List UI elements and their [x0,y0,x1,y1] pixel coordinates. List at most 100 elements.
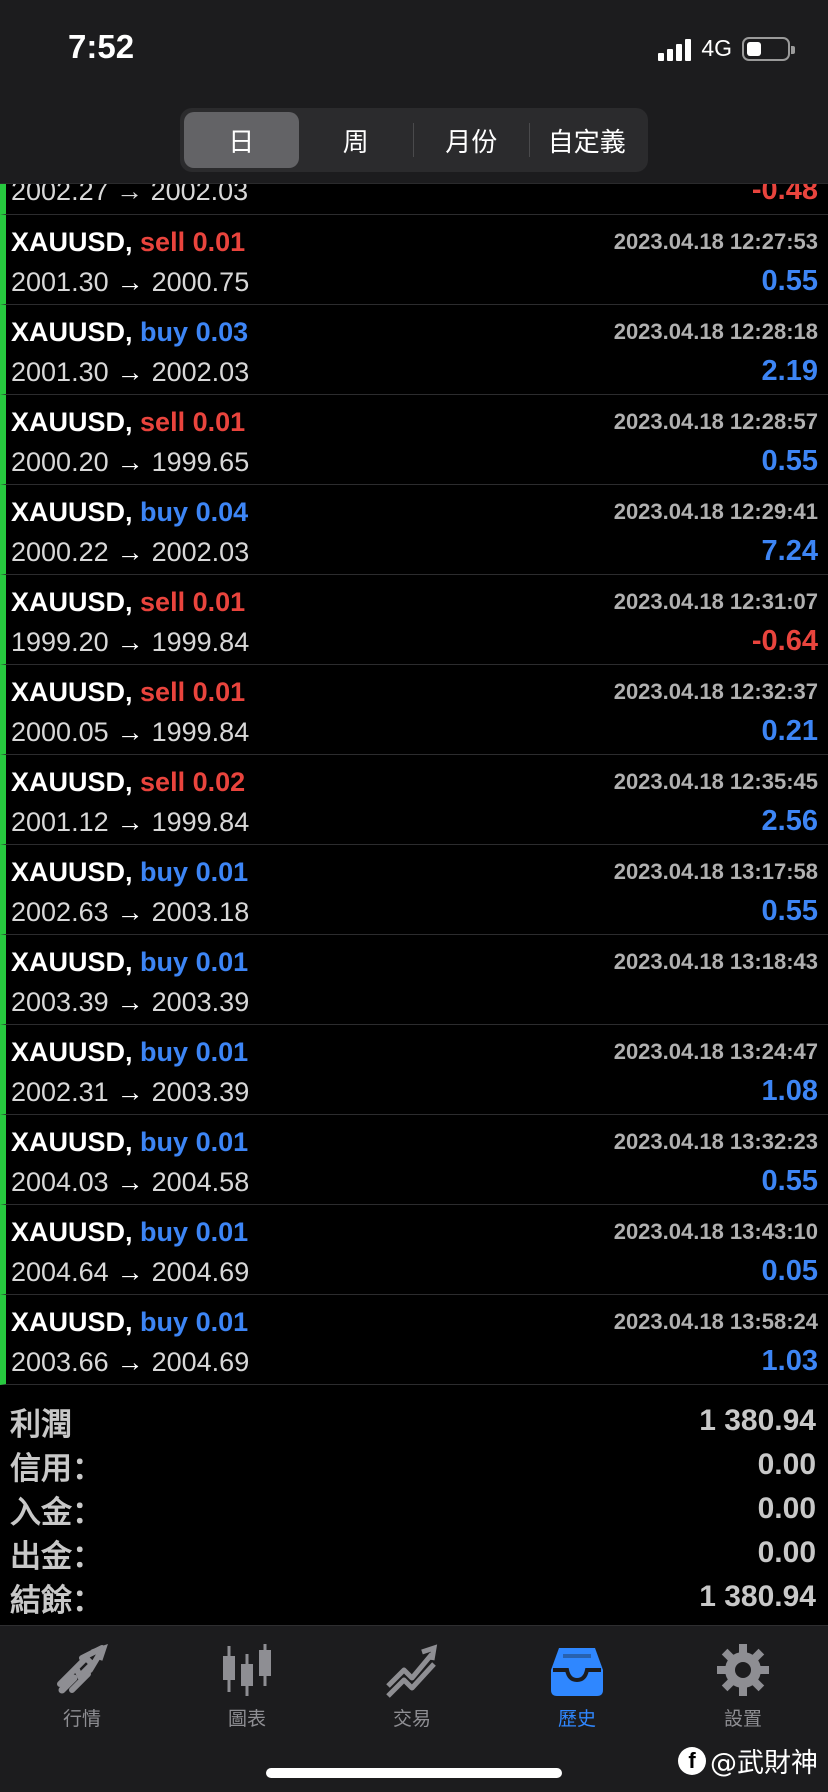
trade-row[interactable]: XAUUSD, buy 0.04 2000.22 → 2002.03 2023.04.1… [0,485,828,575]
trade-volume: 0.01 [195,1307,249,1337]
trade-time: 2023.04.18 12:28:57 [613,409,818,434]
open-price: 2000.22 [11,537,109,567]
trade-symbol-line: XAUUSD, buy 0.04 [11,497,248,528]
trade-volume: 0.01 [195,947,249,977]
trade-time: 2023.04.18 13:43:10 [613,1219,818,1244]
arrow-right-icon: → [116,1347,144,1377]
separator: , [125,227,141,257]
trade-row[interactable]: XAUUSD, buy 0.01 2004.64 → 2004.69 2023.04.1… [0,1205,828,1295]
trade-profit: 1.03 [761,1345,818,1377]
close-price: 1999.84 [151,717,250,747]
trade-symbol: XAUUSD [11,587,126,617]
separator: , [125,317,141,347]
trade-time: 2023.04.18 13:18:43 [613,949,818,974]
tab-trade[interactable]: 交易 [352,1640,472,1731]
separator: , [125,497,141,527]
bottom-tab-bar: 行情 圖表 交易 歷史 設置 f @武財神 [0,1625,828,1792]
tab-label: 設置 [723,1708,762,1730]
trade-type: buy [140,1127,189,1157]
trade-symbol-line: XAUUSD, buy 0.01 [11,1307,248,1338]
close-price: 2004.69 [151,1347,250,1377]
close-price: 2003.39 [151,1077,250,1107]
tab-chart[interactable]: 圖表 [187,1640,307,1731]
open-price: 2003.39 [11,987,109,1017]
trade-symbol-line: XAUUSD, sell 0.01 [11,677,245,708]
tab-day[interactable]: 日 [184,112,299,168]
trade-row[interactable]: XAUUSD, buy 0.01 2004.03 → 2004.58 2023.04.1… [0,1115,828,1205]
trade-row[interactable]: XAUUSD, sell 0.01 1999.20 → 1999.84 2023.04.… [0,575,828,665]
tab-settings[interactable]: 設置 [683,1640,803,1731]
trade-profit: -0.48 [751,184,818,206]
trade-row[interactable]: XAUUSD, sell 0.01 2000.05 → 1999.84 2023.04.… [0,665,828,755]
trade-row[interactable]: XAUUSD, sell 0.01 2001.30 → 2000.75 2023.04.… [0,215,828,305]
trade-time: 2023.04.18 12:29:41 [613,499,818,524]
summary-credit: 信用： 0.00 [10,1443,816,1487]
trade-history-list: 2002.27 → 2002.03 -0.48 XAUUSD, sell 0.0… [0,184,828,1385]
trade-volume: 0.01 [192,407,246,437]
summary-balance: 結餘： 1 380.94 [10,1575,816,1619]
trade-volume: 0.02 [192,767,246,797]
trade-icon [386,1644,438,1698]
trade-time: 2023.04.18 13:32:23 [613,1129,818,1154]
open-price: 2000.20 [11,447,109,477]
arrow-right-icon: → [116,897,144,927]
open-price: 2002.31 [11,1077,109,1107]
open-price: 2001.30 [11,267,109,297]
close-price: 2004.69 [151,1257,250,1287]
tab-quotes[interactable]: 行情 [22,1640,142,1731]
arrow-right-icon: → [116,1167,144,1197]
trade-volume: 0.01 [192,227,246,257]
tab-label: 交易 [392,1708,431,1730]
open-price: 2000.05 [11,717,109,747]
trade-row[interactable]: XAUUSD, sell 0.02 2001.12 → 1999.84 2023.04.… [0,755,828,845]
trade-row[interactable]: XAUUSD, buy 0.01 2003.66 → 2004.69 2023.04.1… [0,1295,828,1385]
trade-volume: 0.01 [195,1217,249,1247]
separator: , [125,767,141,797]
trade-row[interactable]: XAUUSD, buy 0.03 2001.30 → 2002.03 2023.04.1… [0,305,828,395]
trade-time: 2023.04.18 13:17:58 [613,859,818,884]
tab-month[interactable]: 月份 [414,112,529,168]
trade-symbol: XAUUSD [11,1307,126,1337]
trade-row[interactable]: XAUUSD, sell 0.01 2000.20 → 1999.65 2023.04.… [0,395,828,485]
open-price: 2004.03 [11,1167,109,1197]
trade-time: 2023.04.18 12:31:07 [613,589,818,614]
tab-label: 圖表 [227,1708,266,1730]
close-price: 2003.18 [151,897,250,927]
trade-prices: 2000.20 → 1999.65 [11,447,249,478]
separator: , [125,1307,141,1337]
separator: , [125,587,141,617]
summary-label: 出金： [10,1538,103,1575]
trade-profit: 0.55 [761,895,818,927]
open-price: 2004.64 [11,1257,109,1287]
trade-symbol: XAUUSD [11,1217,126,1247]
trade-row[interactable]: XAUUSD, buy 0.01 2003.39 → 2003.39 2023.04.1… [0,935,828,1025]
status-indicators: 4G [658,35,795,62]
signal-icon [658,37,692,61]
separator: , [125,857,141,887]
trade-prices: 2003.39 → 2003.39 [11,987,249,1018]
open-price: 2002.63 [11,897,109,927]
tab-custom[interactable]: 自定義 [530,112,645,168]
trade-prices: 2004.03 → 2004.58 [11,1167,249,1198]
chart-icon [223,1644,271,1696]
trade-row[interactable]: XAUUSD, buy 0.01 2002.63 → 2003.18 2023.04.1… [0,845,828,935]
summary-value: 0.00 [757,1492,816,1525]
tab-history[interactable]: 歷史 [517,1640,637,1731]
home-indicator[interactable] [266,1768,562,1778]
trade-row[interactable]: XAUUSD, buy 0.01 2002.31 → 2003.39 2023.04.1… [0,1025,828,1115]
arrow-right-icon: → [116,807,144,837]
trade-prices: 1999.20 → 1999.84 [11,627,249,658]
open-price: 2001.30 [11,357,109,387]
close-price: 1999.84 [151,807,250,837]
summary-deposit: 入金： 0.00 [10,1487,816,1531]
arrow-right-icon: → [116,987,144,1017]
open-price: 2001.12 [11,807,109,837]
trade-time: 2023.04.18 13:24:47 [613,1039,818,1064]
trade-profit: 0.05 [761,1255,818,1287]
trade-type: buy [140,1217,189,1247]
tab-week[interactable]: 周 [299,112,414,168]
trade-rows: XAUUSD, sell 0.01 2001.30 → 2000.75 2023.04.… [0,215,828,1385]
trade-row-partial[interactable]: 2002.27 → 2002.03 -0.48 [0,184,828,215]
close-price: 1999.84 [151,627,250,657]
arrow-right-icon: → [116,627,144,657]
